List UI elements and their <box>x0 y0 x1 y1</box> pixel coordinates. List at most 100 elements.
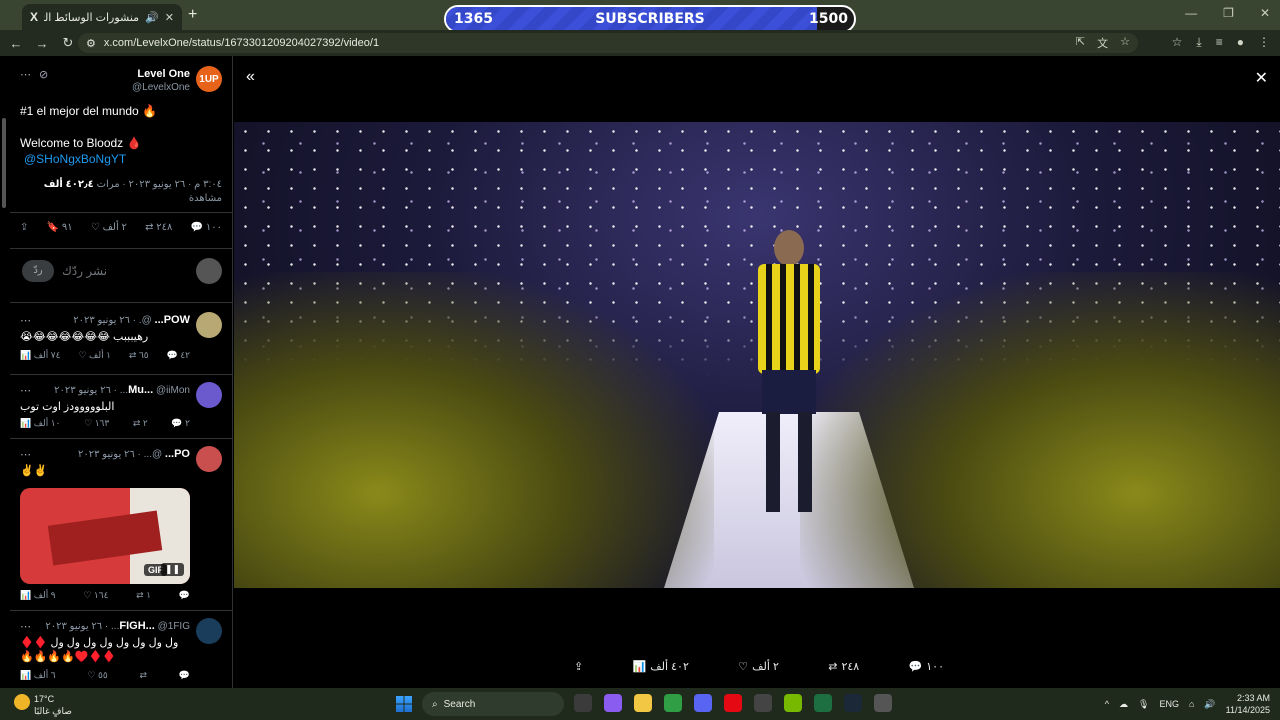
reply-avatar[interactable] <box>196 446 222 472</box>
views-stat[interactable]: 📊 ٧٤ ألف <box>20 350 60 361</box>
obs-icon[interactable] <box>874 694 892 712</box>
reply-author-name[interactable]: PO... <box>165 448 190 460</box>
grok-icon[interactable]: ⊘ <box>39 68 48 81</box>
discord-icon[interactable] <box>694 694 712 712</box>
retweet-button[interactable]: ⇄ ٢٤٨ <box>145 222 172 233</box>
like-button[interactable]: ♡ ١٦٣ <box>84 418 109 429</box>
main-tweet-stats: ⇪ 🔖 ٩١ ♡ ٢ ألف ⇄ ٢٤٨ 💬 ١٠٠ <box>20 222 222 233</box>
profile-icon[interactable]: ● <box>1237 35 1244 50</box>
forward-icon[interactable]: → <box>34 36 50 51</box>
cloud-icon[interactable]: ☁ <box>1119 699 1128 710</box>
reply-tweet[interactable]: ⋯ Mu... @iiMon... · ٢٦ يونيو ٢٠٢٣ البلوو… <box>10 382 232 436</box>
network-icon[interactable]: ⌂ <box>1189 699 1194 709</box>
author-name[interactable]: Level One <box>137 68 190 80</box>
restore-icon[interactable]: ❐ <box>1223 6 1234 20</box>
site-info-icon[interactable]: ⚙ <box>86 37 96 50</box>
microphone-icon[interactable]: 🎙 <box>1138 699 1149 710</box>
bookmark-star-icon[interactable]: ☆ <box>1120 35 1130 51</box>
install-app-icon[interactable]: ⇱ <box>1076 35 1085 51</box>
search-label: Search <box>443 698 476 710</box>
chevron-up-icon[interactable]: ^ <box>1105 699 1109 709</box>
views-stat[interactable]: 📊 ١٠ ألف <box>20 418 60 429</box>
like-button[interactable]: ♡ ١ ألف <box>78 350 110 361</box>
reply-button[interactable]: 💬 ٤٢ <box>167 350 190 361</box>
like-button[interactable]: ♡ ١٦٤ <box>83 590 108 601</box>
netflix-icon[interactable] <box>724 694 742 712</box>
address-bar[interactable]: ⚙ x.com/LevelxOne/status/167330120920402… <box>78 33 1138 53</box>
pause-icon[interactable]: ❚❚ <box>160 563 184 576</box>
tab-close-icon[interactable]: ✕ <box>165 11 174 24</box>
divider <box>10 374 232 375</box>
like-count: ١٦٣ <box>94 418 110 428</box>
tweet-timestamp[interactable]: ٣:٠٤ م · ٢٦ يونيو ٢٠٢٣ · مرات <box>97 179 222 190</box>
reply-avatar[interactable] <box>196 312 222 338</box>
back-icon[interactable]: ← <box>8 36 24 51</box>
reply-author-name[interactable]: POW... <box>155 314 190 326</box>
reply-button[interactable]: 💬 <box>179 590 190 601</box>
language-indicator[interactable]: ENG <box>1159 699 1179 709</box>
taskbar-search[interactable]: ⌕ Search <box>422 692 564 716</box>
nvidia-icon[interactable] <box>784 694 802 712</box>
minimize-icon[interactable]: — <box>1185 6 1197 20</box>
bookmark-count: ٩١ <box>61 222 73 233</box>
reply-header: POW... @. · ٢٦ يونيو ٢٠٢٣ <box>20 314 190 326</box>
views-stat[interactable]: 📊 ٦ ألف <box>20 670 56 681</box>
reply-gif[interactable]: GIF ❚❚ <box>20 488 190 584</box>
video-player[interactable] <box>234 122 1280 588</box>
reload-icon[interactable]: ↻ <box>60 35 76 51</box>
reply-submit-button[interactable]: ردّ <box>22 260 54 282</box>
tweet-mention-link[interactable]: @SHoNgxBoNgYT <box>24 152 126 166</box>
reply-tweet[interactable]: ⋯ FIGH... @1FIG... · ٢٦ يونيو ٢٠٢٣ ول ول… <box>10 618 232 688</box>
reply-composer: ردّ نشر ردّك <box>20 258 222 284</box>
views-stat[interactable]: 📊 ٤٠٢ ألف <box>633 660 689 673</box>
more-icon[interactable]: ⋯ <box>20 68 31 81</box>
like-button[interactable]: ♡ ٢ ألف <box>91 222 127 233</box>
author-handle[interactable]: @LevelxOne <box>132 82 190 93</box>
collapse-icon[interactable]: « <box>246 68 255 86</box>
file-explorer-icon[interactable] <box>634 694 652 712</box>
views-stat[interactable]: 📊 ٩ ألف <box>20 590 56 601</box>
reply-author-name[interactable]: Mu... <box>128 384 153 396</box>
reading-list-icon[interactable]: ≡ <box>1216 35 1223 50</box>
reply-avatar[interactable] <box>196 382 222 408</box>
volume-icon[interactable]: 🔊 <box>1204 699 1215 710</box>
share-icon[interactable]: ⇪ <box>20 222 28 233</box>
new-tab-button[interactable]: + <box>188 6 197 24</box>
retweet-button[interactable]: ⇄ ٢ <box>133 418 148 429</box>
close-icon[interactable]: ✕ <box>1255 68 1268 88</box>
download-icon[interactable]: ⤓ <box>1196 35 1201 50</box>
excel-icon[interactable] <box>814 694 832 712</box>
tweet-sidebar[interactable]: ⋯ ⊘ Level One @LevelxOne 1UP #1 el mejor… <box>0 56 233 688</box>
start-icon[interactable] <box>396 696 412 712</box>
like-button[interactable]: ♡ ٢ ألف <box>738 660 779 673</box>
retweet-button[interactable]: ⇄ ٢٤٨ <box>828 660 859 673</box>
reply-button[interactable]: 💬 <box>179 670 190 681</box>
reply-avatar[interactable] <box>196 618 222 644</box>
reply-input[interactable]: نشر ردّك <box>62 264 107 278</box>
window-close-icon[interactable]: ✕ <box>1260 6 1270 20</box>
steam-icon[interactable] <box>844 694 862 712</box>
reply-button[interactable]: 💬 ١٠٠ <box>909 660 944 673</box>
chrome-icon[interactable] <box>664 694 682 712</box>
retweet-button[interactable]: ⇄ <box>139 670 147 681</box>
reply-tweet[interactable]: ⋯ POW... @. · ٢٦ يونيو ٢٠٢٣ رهيبببب 😂😂😂😂… <box>10 312 232 374</box>
sidebar-scrollbar[interactable] <box>2 118 6 208</box>
like-button[interactable]: ♡ ٥٥ <box>87 670 107 681</box>
browser-tab[interactable]: X منشورات الوسائط التي نشرها 🔊 ✕ <box>22 4 182 30</box>
reply-button[interactable]: 💬 ٢ <box>171 418 190 429</box>
author-avatar[interactable]: 1UP <box>196 66 222 92</box>
share-icon[interactable]: ⇪ <box>574 660 583 673</box>
reply-author-name[interactable]: FIGH... <box>119 620 154 632</box>
retweet-button[interactable]: ⇄ ٦٥ <box>129 350 149 361</box>
bookmarks-icon[interactable]: ☆ <box>1172 35 1183 50</box>
clock[interactable]: 2:33 AM 11/14/2025 <box>1226 692 1270 716</box>
menu-icon[interactable]: ⋮ <box>1258 35 1270 50</box>
translate-icon[interactable]: 文 <box>1097 35 1108 51</box>
bookmark-button[interactable]: 🔖 ٩١ <box>47 222 73 233</box>
task-view-icon[interactable] <box>574 694 592 712</box>
reply-tweet[interactable]: ⋯ PO... @... · ٢٦ يونيو ٢٠٢٣ ✌️✌️ GIF ❚❚… <box>10 446 232 606</box>
reply-button[interactable]: 💬 ١٠٠ <box>191 222 222 233</box>
copilot-icon[interactable] <box>604 694 622 712</box>
sync-icon[interactable] <box>754 694 772 712</box>
retweet-button[interactable]: ⇄ ١ <box>136 590 151 601</box>
